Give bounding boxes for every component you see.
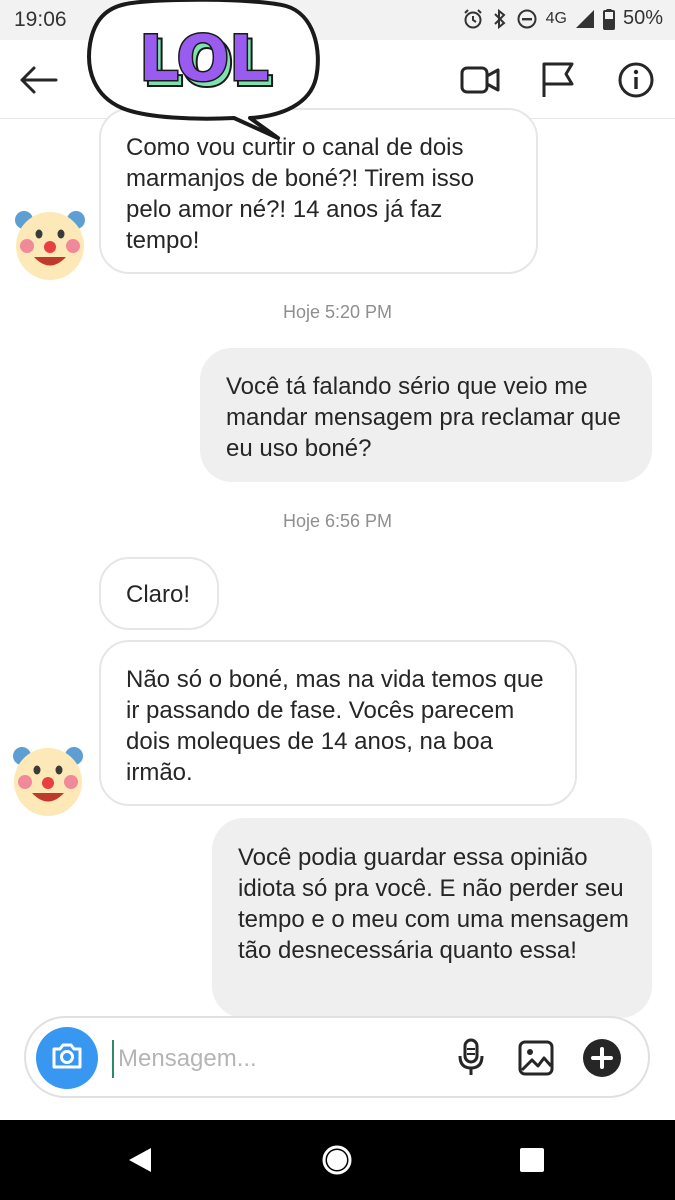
info-icon[interactable] (616, 60, 656, 100)
outgoing-message[interactable]: Você tá falando sério que veio me mandar… (200, 348, 652, 482)
message-text: Você tá falando sério que veio me mandar… (226, 373, 621, 462)
clown-avatar[interactable] (10, 742, 86, 823)
camera-icon (51, 1042, 83, 1075)
incoming-message[interactable]: Não só o boné, mas na vida temos que ir … (99, 640, 577, 806)
video-camera-icon[interactable] (460, 60, 500, 100)
message-text: Claro! (126, 581, 191, 608)
microphone-icon[interactable] (451, 1038, 491, 1078)
battery-percent: 50% (622, 7, 663, 29)
outgoing-message[interactable]: Você podia guardar essa opinião idiota s… (212, 818, 652, 1018)
battery-icon (602, 8, 615, 30)
clown-avatar[interactable] (12, 206, 88, 287)
message-text: Como vou curtir o canal de dois marmanjo… (126, 134, 475, 254)
network-type: 4G (545, 9, 567, 27)
home-circle-icon[interactable] (317, 1140, 357, 1180)
timestamp: Hoje 6:56 PM (282, 511, 393, 531)
back-arrow-icon[interactable] (18, 60, 58, 100)
signal-icon (575, 9, 595, 29)
gallery-icon[interactable] (516, 1038, 556, 1078)
bluetooth-icon (492, 8, 508, 30)
sticker-text: LOL (139, 22, 269, 95)
message-composer (24, 1016, 650, 1098)
timestamp: Hoje 5:20 PM (282, 302, 393, 322)
navigation-bar (0, 1120, 675, 1200)
status-time: 19:06 (14, 8, 67, 31)
recents-square-icon[interactable] (512, 1140, 552, 1180)
status-icons: 4G 50% (462, 7, 663, 30)
lol-sticker: LOL LOL (86, 0, 322, 142)
camera-button[interactable] (36, 1027, 98, 1089)
message-input[interactable] (112, 1040, 420, 1078)
message-text: Você podia guardar essa opinião idiota s… (238, 844, 629, 964)
plus-icon[interactable] (582, 1038, 622, 1078)
message-text: Não só o boné, mas na vida temos que ir … (126, 666, 544, 786)
do-not-disturb-icon (516, 8, 538, 30)
back-triangle-icon[interactable] (120, 1140, 160, 1180)
flag-icon[interactable] (538, 60, 578, 100)
incoming-message[interactable]: Claro! (99, 557, 219, 630)
alarm-icon (462, 8, 484, 30)
